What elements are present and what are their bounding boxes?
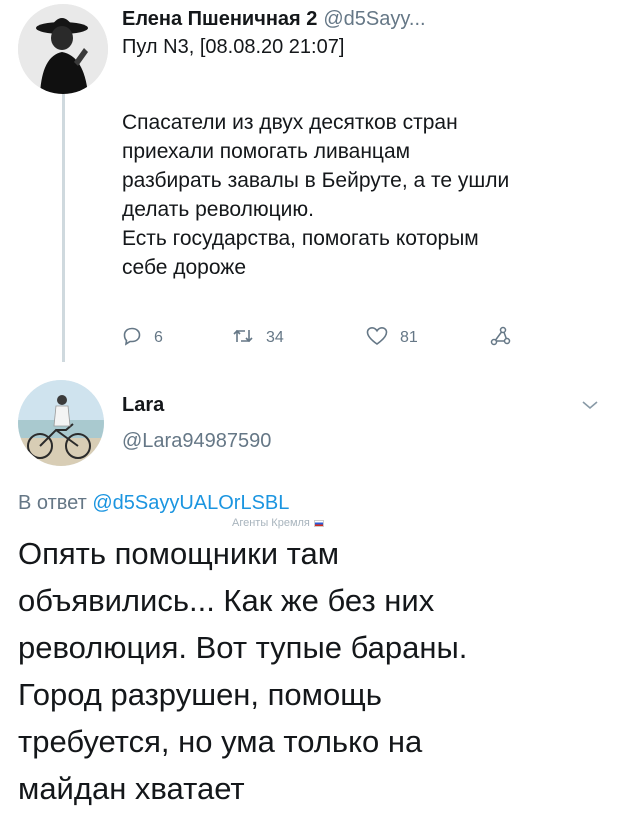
- avatar[interactable]: [18, 380, 104, 466]
- retweet-icon: [232, 326, 266, 351]
- tweet-text-line: разбирать завалы в Бейруте, а те ушли: [122, 169, 510, 192]
- tweet-text: Спасатели из двух десятков стран приехал…: [122, 108, 562, 282]
- tweet-text-line: Опять помощники там: [18, 536, 340, 571]
- tweet-text-line: Спасатели из двух десятков стран: [122, 111, 458, 134]
- user-handle[interactable]: @d5Sayy...: [323, 8, 425, 30]
- chevron-down-icon: [580, 399, 600, 416]
- tweet-text-line: делать революцию.: [122, 198, 314, 221]
- reply-button[interactable]: 6: [122, 322, 163, 354]
- like-count: 81: [400, 329, 418, 346]
- tweet-actions: 6 34 81: [122, 322, 542, 354]
- display-name[interactable]: Lara: [122, 394, 164, 417]
- tweet-text-line: Есть государства, помогать которым: [122, 227, 479, 250]
- overlay-badge: Агенты Кремля: [232, 517, 324, 529]
- avatar[interactable]: [18, 4, 108, 94]
- tweet-text: Опять помощники там объявились... Как же…: [18, 530, 608, 812]
- tweet-text-line: объявились... Как же без них: [18, 583, 435, 618]
- tweet-text-line: революция. Вот тупые бараны.: [18, 630, 468, 665]
- tweet-subline: Пул N3, [08.08.20 21:07]: [122, 36, 345, 58]
- thread-connector-line: [62, 92, 65, 362]
- tweet-text-line: Город разрушен, помощь: [18, 677, 382, 712]
- like-button[interactable]: 81: [366, 322, 418, 354]
- replying-to: В ответ @d5SayyUALOrLSBL: [18, 492, 289, 515]
- replying-to-prefix: В ответ: [18, 492, 87, 514]
- flag-icon: [313, 519, 324, 527]
- reply-count: 6: [154, 329, 163, 346]
- retweet-button[interactable]: 34: [232, 322, 284, 354]
- tweet-text-line: приехали помогать ливанцам: [122, 140, 411, 163]
- like-icon: [366, 326, 400, 351]
- retweet-count: 34: [266, 329, 284, 346]
- share-button[interactable]: [490, 322, 524, 354]
- tweet-text-line: майдан хватает: [18, 771, 245, 806]
- tweet-menu-button[interactable]: [580, 398, 600, 417]
- tweet-text-line: требуется, но ума только на: [18, 724, 423, 759]
- reply-icon: [122, 326, 154, 351]
- display-name[interactable]: Елена Пшеничная 2: [122, 8, 317, 30]
- user-handle[interactable]: @Lara94987590: [122, 430, 271, 453]
- badge-label: Агенты Кремля: [232, 517, 310, 529]
- share-icon: [490, 325, 524, 352]
- tweet-header: Елена Пшеничная 2 @d5Sayy...: [122, 6, 426, 32]
- replying-to-link[interactable]: @d5SayyUALOrLSBL: [92, 492, 289, 514]
- tweet-text-line: себе дороже: [122, 256, 247, 279]
